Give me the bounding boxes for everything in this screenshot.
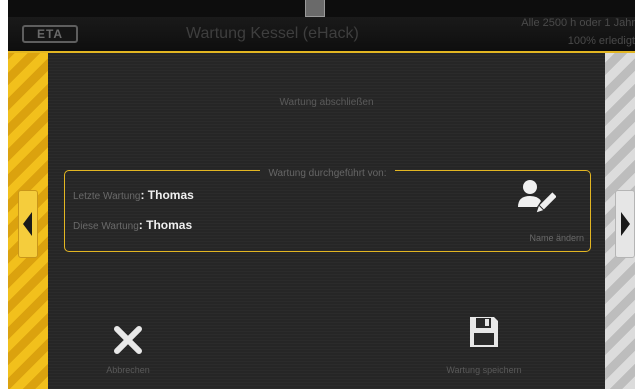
interval-status: Alle 2500 h oder 1 Jahr	[521, 17, 635, 29]
save-label: Wartung speichern	[446, 365, 522, 375]
group-legend-text: Wartung durchgeführt von:	[260, 168, 395, 179]
progress-status: 100% erledigt	[567, 35, 635, 47]
triangle-right-icon	[621, 212, 630, 236]
last-maintenance-row: Letzte Wartung: Thomas	[73, 188, 194, 202]
section-heading: Wartung abschließen	[279, 97, 374, 108]
user-edit-icon	[518, 180, 557, 213]
current-maintenance-label: Diese Wartung	[73, 221, 139, 232]
edit-name-label[interactable]: Name ändern	[529, 233, 584, 243]
last-maintenance-label: Letzte Wartung	[73, 191, 141, 202]
current-maintenance-row: Diese Wartung: Thomas	[73, 218, 192, 232]
last-maintenance-value: Thomas	[147, 188, 194, 202]
next-button[interactable]	[615, 190, 635, 258]
eta-logo: ETA	[22, 25, 78, 43]
cancel-label: Abbrechen	[106, 365, 150, 375]
group-legend: Wartung durchgeführt von:	[65, 163, 590, 181]
save-button[interactable]: Wartung speichern	[424, 315, 544, 375]
edit-name-button[interactable]	[516, 177, 557, 217]
maintenance-group: Wartung durchgeführt von: Letzte Wartung…	[64, 168, 591, 252]
main-content: Wartung abschließen Wartung durchgeführt…	[48, 53, 605, 389]
prev-button[interactable]	[18, 190, 38, 258]
cancel-button[interactable]: Abbrechen	[88, 323, 168, 378]
header-bar: ETA Wartung Kessel (eHack) Alle 2500 h o…	[8, 17, 635, 53]
page-title: Wartung Kessel (eHack)	[186, 25, 359, 42]
current-maintenance-value: Thomas	[146, 218, 193, 232]
last-maintenance-separator: :	[140, 188, 148, 202]
close-icon	[114, 326, 142, 354]
top-pull-tab[interactable]	[305, 0, 325, 17]
triangle-left-icon	[23, 212, 32, 236]
floppy-disk-icon	[470, 317, 498, 347]
